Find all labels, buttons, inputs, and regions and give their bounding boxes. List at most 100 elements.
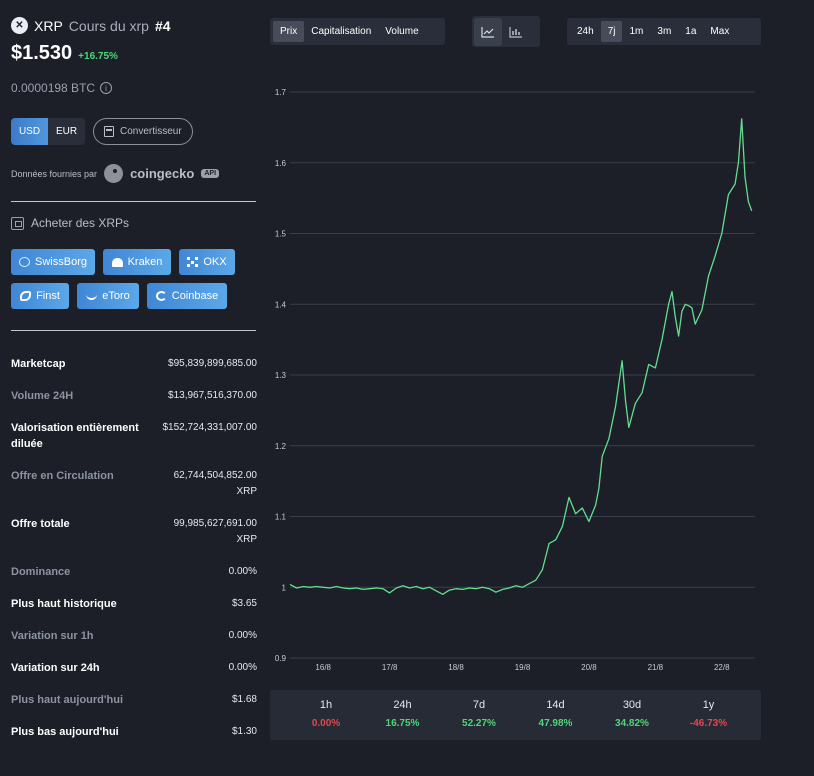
tab-prix[interactable]: Prix — [273, 21, 305, 42]
provider-name[interactable]: coingecko — [130, 166, 194, 181]
y-tick-label: 1.3 — [275, 371, 287, 380]
buy-title-label: Acheter des XRPs — [31, 216, 130, 230]
performance-value: 52.27% — [462, 718, 496, 729]
stat-value: 62,744,504,852.00 XRP — [157, 468, 257, 500]
provider-label: Données fournies par — [11, 168, 98, 179]
x-tick-label: 18/8 — [448, 663, 464, 672]
performance-value: -46.73% — [689, 718, 728, 729]
stat-label-line: diluée — [11, 438, 43, 450]
currency-toggle: USD EUR — [11, 118, 85, 145]
coin-rank: #4 — [154, 17, 171, 34]
stat-value: $13,967,516,370.00 — [168, 390, 257, 401]
currency-row: USD EUR Convertisseur — [11, 118, 193, 145]
broker-label: SwissBorg — [35, 256, 87, 268]
price-chart[interactable]: 1.7 1.6 1.5 1.4 1.3 1.2 1.1 1 0.9 16/8 17/8 18/8 19/… — [268, 80, 768, 680]
range-tabs: 24h 7j 1m 3m 1a Max — [567, 18, 761, 45]
x-tick-label: 21/8 — [648, 663, 664, 672]
stat-label: Variation sur 1h — [11, 630, 94, 642]
performance-period: 1h — [319, 699, 333, 711]
usd-button[interactable]: USD — [11, 118, 48, 145]
broker-label: Kraken — [127, 256, 163, 268]
stat-label-line: Valorisation entièrement — [11, 422, 139, 434]
tab-capitalisation[interactable]: Capitalisation — [304, 21, 378, 42]
broker-finst-button[interactable]: Finst — [11, 283, 69, 309]
price-series-line — [289, 118, 753, 595]
range-7j[interactable]: 7j — [600, 21, 623, 42]
performance-value: 16.75% — [385, 718, 420, 729]
stat-label: Volume 24H — [11, 390, 74, 402]
performance-value: 47.98% — [538, 718, 573, 729]
range-1m[interactable]: 1m — [622, 21, 650, 42]
price-chart-svg: 1.7 1.6 1.5 1.4 1.3 1.2 1.1 1 0.9 16/8 17/8 18/8 19/… — [275, 88, 755, 672]
y-tick-label: 1.1 — [275, 513, 287, 522]
stat-value-unit: XRP — [236, 534, 257, 545]
performance-period: 30d — [622, 699, 642, 711]
performance-period: 7d — [472, 699, 486, 711]
info-glyph: i — [105, 83, 107, 93]
stat-label: Offre totale — [11, 518, 70, 530]
performance-period: 14d — [546, 699, 565, 711]
stat-value: 0.00% — [228, 630, 257, 641]
calculator-icon — [104, 126, 114, 137]
stat-label: Offre en Circulation — [11, 470, 114, 482]
broker-coinbase-button[interactable]: Coinbase — [147, 283, 227, 309]
stat-value: 99,985,627,691.00 XRP — [157, 516, 257, 548]
tab-volume[interactable]: Volume — [378, 21, 425, 42]
y-tick-label: 0.9 — [275, 654, 287, 663]
broker-okx-button[interactable]: OKX — [179, 249, 235, 275]
x-tick-label: 19/8 — [515, 663, 531, 672]
y-tick-label: 1 — [282, 583, 287, 592]
bar-chart-icon — [509, 26, 522, 38]
broker-swissborg-button[interactable]: SwissBorg — [11, 249, 95, 275]
y-tick-label: 1.6 — [275, 159, 287, 168]
broker-kraken-button[interactable]: Kraken — [103, 249, 171, 275]
coin-ticker: XRP — [34, 17, 63, 34]
performance-strip: 1h 0.00% 24h 16.75% 7d 52.27% 14d 47.98% 30d 34.8… — [270, 690, 761, 740]
stat-label: Valorisation entièrement diluée — [11, 420, 151, 452]
performance-period: 1y — [702, 699, 715, 711]
performance-value: 0.00% — [311, 718, 341, 729]
stat-value: 0.00% — [228, 662, 257, 673]
stat-value: $152,724,331,007.00 — [162, 422, 257, 433]
chart-type-toggle — [472, 16, 540, 47]
range-3m[interactable]: 3m — [650, 21, 678, 42]
broker-label: OKX — [203, 256, 227, 268]
finst-icon — [20, 291, 32, 301]
bar-chart-button[interactable] — [502, 18, 530, 46]
api-badge: API — [201, 169, 220, 178]
y-tick-label: 1.4 — [275, 300, 287, 309]
stat-value-line: 62,744,504,852.00 — [173, 470, 257, 481]
broker-etoro-button[interactable]: eToro — [77, 283, 139, 309]
performance-value: 34.82% — [615, 718, 649, 729]
divider — [11, 201, 256, 202]
range-max[interactable]: Max — [703, 21, 736, 42]
data-provider: Données fournies par coingecko API — [11, 164, 220, 183]
coinbase-icon — [155, 291, 167, 301]
x-tick-label: 22/8 — [714, 663, 730, 672]
stat-value-unit: XRP — [236, 486, 257, 497]
coingecko-logo-icon[interactable] — [104, 164, 124, 183]
cart-icon — [11, 216, 24, 230]
performance-period: 24h — [393, 699, 412, 711]
broker-label: Finst — [36, 290, 60, 302]
btc-price: 0.0000198 BTC — [11, 81, 96, 95]
range-1a[interactable]: 1a — [678, 21, 703, 42]
stat-value: 0.00% — [228, 566, 257, 577]
buy-title: Acheter des XRPs — [11, 216, 129, 230]
okx-icon — [187, 257, 199, 267]
xrp-logo-glyph: ✕ — [15, 20, 24, 31]
range-24h[interactable]: 24h — [570, 21, 601, 42]
stat-label: Plus haut aujourd'hui — [11, 694, 124, 706]
etoro-icon — [86, 293, 98, 300]
metric-tabs: Prix Capitalisation Volume — [270, 18, 445, 45]
coin-subtitle: Cours du xrp — [68, 17, 149, 34]
x-tick-label: 16/8 — [315, 663, 331, 672]
converter-button[interactable]: Convertisseur — [93, 118, 193, 145]
current-price: $1.530 — [11, 42, 73, 64]
stat-label: Marketcap — [11, 358, 66, 370]
y-tick-label: 1.5 — [275, 230, 287, 239]
eur-button[interactable]: EUR — [48, 118, 85, 145]
stat-value: $3.65 — [231, 598, 257, 609]
line-chart-button[interactable] — [474, 17, 502, 46]
info-icon[interactable]: i — [100, 82, 113, 94]
